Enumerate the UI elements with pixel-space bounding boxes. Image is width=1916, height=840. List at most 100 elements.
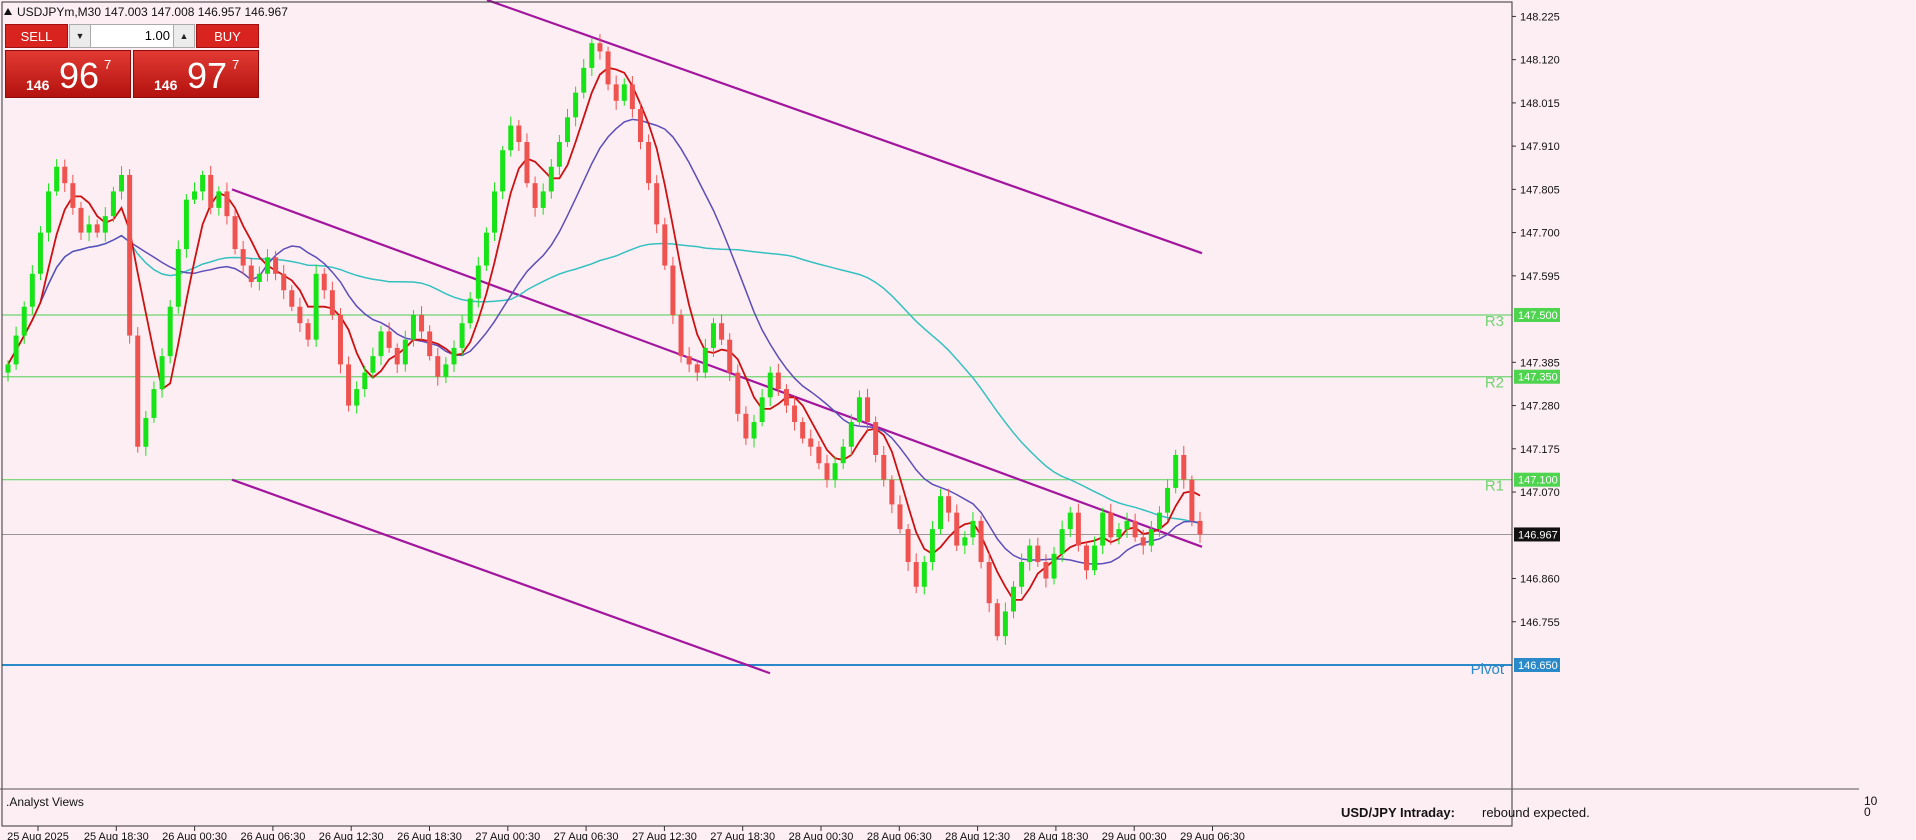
price-chart[interactable]: R3 147.500 R2 147.350 R1 147.100 Pivot 146.650 1… <box>0 0 1916 840</box>
candle <box>1035 537 1041 567</box>
time-tick-label: 27 Aug 06:30 <box>554 831 619 840</box>
candle-body <box>856 397 862 423</box>
collapse-arrow-icon[interactable] <box>4 8 12 15</box>
sell-button[interactable]: SELL <box>5 24 68 48</box>
candle <box>264 249 270 282</box>
candle <box>467 292 473 329</box>
candle-body <box>1083 545 1089 571</box>
candle-body <box>848 422 854 447</box>
sell-price-prefix: 146 <box>26 77 50 93</box>
candle-body <box>183 199 189 250</box>
candle-body <box>589 43 595 68</box>
candle <box>1051 546 1057 585</box>
candle-body <box>873 422 879 455</box>
candle <box>1100 507 1106 555</box>
candle-body <box>1108 512 1114 538</box>
candle-body <box>524 142 530 184</box>
candle-body <box>370 356 376 373</box>
time-tick-label: 28 Aug 00:30 <box>789 831 854 840</box>
candle-body <box>662 224 668 266</box>
candle <box>427 325 433 361</box>
candle-body <box>192 191 198 200</box>
time-tick-label: 27 Aug 18:30 <box>710 831 775 840</box>
candle <box>102 207 108 242</box>
candle-body <box>135 335 141 447</box>
candle <box>573 86 579 127</box>
indicator-scale-min: 0 <box>1864 805 1871 819</box>
time-tick-label: 27 Aug 00:30 <box>475 831 540 840</box>
candle <box>216 186 222 216</box>
candle-body <box>240 249 246 266</box>
candle-body <box>832 463 838 480</box>
candle-body <box>840 446 846 464</box>
candle-body <box>281 273 287 291</box>
time-tick-label: 28 Aug 12:30 <box>945 831 1010 840</box>
candle-body <box>13 335 19 365</box>
candle-body <box>775 372 781 390</box>
lot-size-value[interactable]: 1.00 <box>90 25 170 47</box>
current-price-tag: 146.967 <box>1518 529 1558 541</box>
candle <box>78 201 84 240</box>
candle <box>938 488 944 535</box>
candle-body <box>1043 562 1049 579</box>
candle <box>1189 475 1195 527</box>
candle-body <box>1197 520 1203 535</box>
candle <box>135 327 141 453</box>
candle-body <box>1181 454 1187 480</box>
candle-body <box>273 257 279 274</box>
candle <box>678 309 684 363</box>
candle-body <box>678 314 684 357</box>
buy-price-button[interactable]: 146 97 7 <box>133 50 259 98</box>
candle-body <box>386 331 392 348</box>
level-price-tag: 147.350 <box>1518 372 1558 384</box>
candle <box>873 416 879 463</box>
candle-body <box>613 84 619 101</box>
buy-price-main: 97 <box>187 55 228 96</box>
candle <box>540 183 546 215</box>
candle-body <box>889 479 895 505</box>
candle <box>151 381 157 423</box>
lot-decrease-icon[interactable]: ▼ <box>70 25 91 47</box>
buy-button[interactable]: BUY <box>196 24 259 48</box>
candle <box>192 182 198 205</box>
pivot-levels: R3 147.500 R2 147.350 R1 147.100 Pivot 146.650 1… <box>2 307 1560 678</box>
candle-body <box>1148 529 1154 546</box>
buy-price-fraction: 7 <box>232 57 240 72</box>
candle-body <box>427 331 433 357</box>
candle-body <box>1140 537 1146 546</box>
candle-body <box>921 562 927 587</box>
candle-body <box>532 183 538 208</box>
candle-body <box>1035 545 1041 563</box>
level-name-r1: R1 <box>1485 478 1504 495</box>
candle-body <box>954 512 960 546</box>
candle <box>1173 449 1179 494</box>
sell-price-button[interactable]: 146 96 7 <box>5 50 131 98</box>
candle-body <box>800 422 806 439</box>
ma-fast-line <box>7 66 1201 601</box>
time-tick-label: 25 Aug 18:30 <box>84 831 149 840</box>
candle <box>475 256 481 308</box>
level-name-pivot: Pivot <box>1471 661 1505 678</box>
candle <box>86 215 92 242</box>
candle-body <box>175 249 181 307</box>
candle <box>913 553 919 594</box>
candle-body <box>86 224 92 233</box>
candle <box>702 338 708 379</box>
candle <box>792 396 798 431</box>
candle-body <box>556 142 562 167</box>
chart-frame <box>1 1 1513 827</box>
one-click-trading-panel: SELL ▼ 1.00 ▲ BUY 146 96 7 146 97 7 <box>5 24 259 98</box>
candle <box>159 348 165 398</box>
candle <box>1002 602 1008 645</box>
lot-size-stepper[interactable]: ▼ 1.00 ▲ <box>69 24 195 48</box>
price-tick-label: 147.175 <box>1520 444 1560 456</box>
candle-body <box>962 537 968 546</box>
candle-body <box>670 265 676 315</box>
candle <box>548 159 554 199</box>
lot-increase-icon[interactable]: ▲ <box>173 25 194 47</box>
price-tick-label: 148.015 <box>1520 98 1560 110</box>
candle-body <box>751 422 757 439</box>
candle-body <box>1173 454 1179 488</box>
candle-body <box>629 84 635 110</box>
channel-line-2 <box>231 188 1203 548</box>
